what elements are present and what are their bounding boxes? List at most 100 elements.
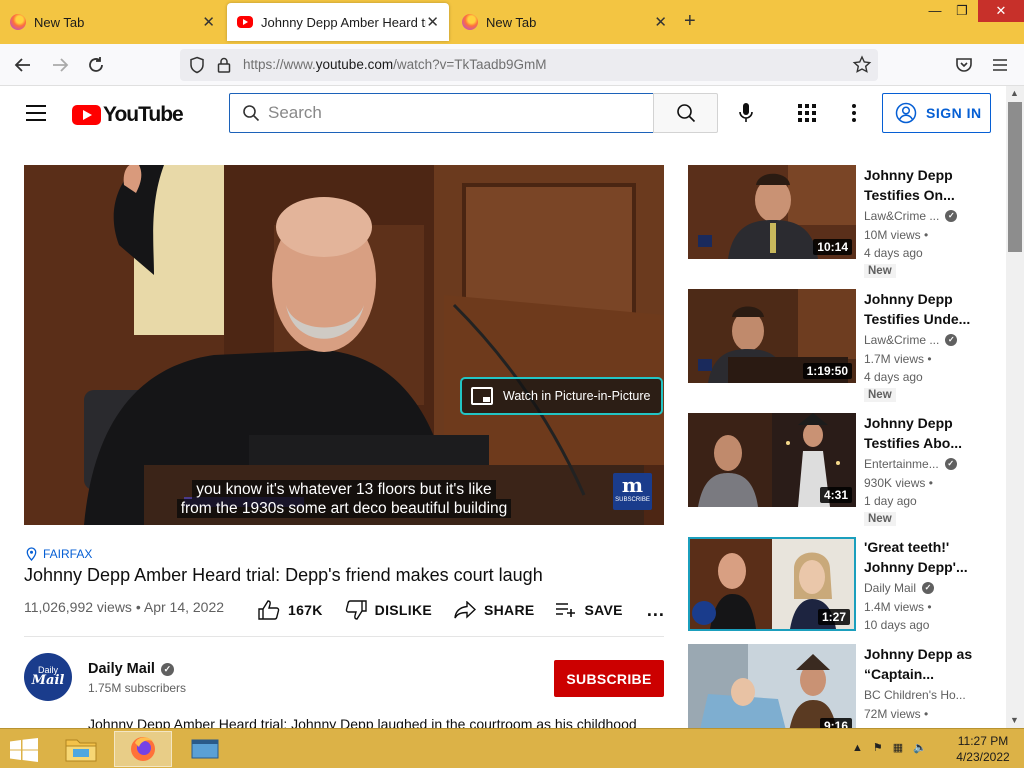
- recommendation-age: 10 days ago: [864, 618, 930, 632]
- recommendation-views: 10M views •: [864, 228, 929, 242]
- new-badge: New: [864, 512, 896, 526]
- sign-in-button[interactable]: SIGN IN: [882, 93, 991, 133]
- volume-muted-icon[interactable]: 🔈: [913, 741, 927, 754]
- action-center-flag-icon[interactable]: ⚑: [873, 741, 883, 754]
- recommendation-channel[interactable]: Entertainme... ✓: [864, 457, 957, 471]
- forward-arrow-icon[interactable]: [47, 52, 73, 78]
- verified-check-icon: ✓: [922, 582, 935, 594]
- youtube-logo-text: YouTube: [103, 103, 184, 126]
- subscriber-count: 1.75M subscribers: [88, 681, 187, 695]
- more-actions-button[interactable]: ...: [647, 600, 665, 621]
- recommendation-age: 4 days ago: [864, 246, 923, 260]
- channel-avatar[interactable]: Daily Mail: [24, 653, 72, 701]
- thumbnail-image: [688, 644, 856, 728]
- location-pin-icon: [26, 547, 37, 561]
- recommendation-item[interactable]: 4:31 Johnny Depp Testifies Abo... Entert…: [688, 413, 1000, 526]
- guide-menu-icon[interactable]: [26, 105, 46, 121]
- like-button[interactable]: 167K: [258, 600, 323, 620]
- address-bar[interactable]: https://www.youtube.com/watch?v=TkTaadb9…: [180, 49, 878, 81]
- close-tab-icon[interactable]: ✕: [654, 13, 667, 31]
- video-thumbnail[interactable]: 9:16: [688, 644, 856, 728]
- taskbar-clock[interactable]: 11:27 PM 4/23/2022: [948, 733, 1018, 765]
- video-thumbnail[interactable]: 1:19:50: [688, 289, 856, 383]
- search-box[interactable]: [229, 93, 654, 133]
- video-player[interactable]: Watch in Picture-in-Picture you know it'…: [24, 165, 664, 525]
- new-tab-button[interactable]: +: [684, 10, 696, 33]
- views-label: 72M views: [864, 707, 921, 721]
- settings-more-button[interactable]: [840, 98, 868, 128]
- lock-icon[interactable]: [217, 56, 231, 79]
- firefox-taskbar-button[interactable]: [114, 731, 172, 767]
- view-count: 11,026,992 views: [24, 599, 132, 615]
- browser-tab-1[interactable]: New Tab ✕: [0, 0, 225, 44]
- video-thumbnail[interactable]: 1:27: [688, 537, 856, 631]
- voice-search-button[interactable]: [731, 98, 761, 128]
- youtube-apps-button[interactable]: [792, 98, 822, 128]
- file-explorer-taskbar-button[interactable]: [52, 731, 110, 767]
- verified-check-icon: ✓: [945, 210, 958, 222]
- video-duration: 9:16: [819, 718, 852, 728]
- show-hidden-icons-icon[interactable]: ▲: [852, 742, 863, 754]
- close-tab-icon[interactable]: ✕: [426, 13, 439, 31]
- close-tab-icon[interactable]: ✕: [202, 13, 215, 31]
- daily-mail-watermark[interactable]: m SUBSCRIBE: [613, 473, 652, 510]
- browser-tab-3[interactable]: New Tab ✕: [452, 0, 677, 44]
- recommendation-item[interactable]: 10:14 Johnny Depp Testifies On... Law&Cr…: [688, 165, 1000, 278]
- share-arrow-icon: [454, 601, 476, 619]
- account-circle-icon: [895, 102, 917, 124]
- tracking-shield-icon[interactable]: [188, 56, 206, 79]
- browser-tab-strip: New Tab ✕ Johnny Depp Amber Heard trial …: [0, 0, 1024, 44]
- folder-icon: [65, 739, 97, 762]
- minimize-window-icon[interactable]: —: [920, 0, 950, 22]
- window-app-icon: [191, 739, 219, 759]
- location-link[interactable]: FAIRFAX: [26, 547, 92, 561]
- browser-tab-2[interactable]: Johnny Depp Amber Heard trial ✕: [227, 3, 449, 41]
- search-icon: [676, 104, 695, 123]
- url-prefix: https://www.: [243, 57, 316, 72]
- youtube-play-icon: [72, 105, 101, 125]
- recommendation-title[interactable]: Johnny Depp Testifies Abo...: [864, 413, 992, 453]
- recommendation-title[interactable]: Johnny Depp Testifies On...: [864, 165, 992, 205]
- recommendation-title[interactable]: Johnny Depp as “Captain...: [864, 644, 992, 684]
- network-icon[interactable]: ▦: [893, 741, 903, 754]
- back-arrow-icon[interactable]: [10, 52, 36, 78]
- recommendation-item[interactable]: 9:16 Johnny Depp as “Captain... BC Child…: [688, 644, 1000, 728]
- subscribe-button[interactable]: SUBSCRIBE: [554, 660, 664, 697]
- channel-label: Law&Crime ...: [864, 209, 940, 223]
- dislike-button[interactable]: DISLIKE: [345, 600, 432, 620]
- bookmark-star-icon[interactable]: [852, 55, 872, 80]
- recommendation-item[interactable]: 1:27 'Great teeth!' Johnny Depp'... Dail…: [688, 537, 1000, 649]
- windows-start-icon[interactable]: [10, 738, 38, 767]
- search-button[interactable]: [653, 93, 718, 133]
- app-menu-icon[interactable]: [987, 52, 1013, 78]
- search-input[interactable]: [266, 102, 626, 124]
- recommendation-channel[interactable]: BC Children's Ho...: [864, 688, 966, 702]
- restore-window-icon[interactable]: ❐: [947, 0, 977, 22]
- recommendation-channel[interactable]: Law&Crime ... ✓: [864, 333, 958, 347]
- picture-in-picture-button[interactable]: Watch in Picture-in-Picture: [460, 377, 663, 415]
- window-taskbar-button[interactable]: [176, 731, 234, 767]
- save-button[interactable]: SAVE: [555, 602, 623, 618]
- scroll-down-icon[interactable]: ▼: [1010, 715, 1019, 725]
- recommendation-channel[interactable]: Law&Crime ... ✓: [864, 209, 958, 223]
- reload-icon[interactable]: [83, 52, 109, 78]
- microphone-icon: [739, 103, 753, 122]
- recommendation-title[interactable]: 'Great teeth!' Johnny Depp'...: [864, 537, 992, 577]
- youtube-icon: [237, 16, 253, 28]
- url-text: https://www.youtube.com/watch?v=TkTaadb9…: [243, 57, 547, 72]
- video-thumbnail[interactable]: 10:14: [688, 165, 856, 259]
- video-thumbnail[interactable]: 4:31: [688, 413, 856, 507]
- recommendation-channel[interactable]: Daily Mail ✓: [864, 581, 935, 595]
- youtube-logo[interactable]: YouTube: [72, 103, 184, 127]
- scrollbar-thumb[interactable]: [1008, 102, 1022, 252]
- views-label: 930K views: [864, 476, 926, 490]
- new-badge: New: [864, 388, 896, 402]
- scroll-up-icon[interactable]: ▲: [1010, 88, 1019, 98]
- recommendation-title[interactable]: Johnny Depp Testifies Unde...: [864, 289, 992, 329]
- channel-name-link[interactable]: Daily Mail ✓: [88, 661, 174, 677]
- close-window-icon[interactable]: ✕: [978, 0, 1024, 22]
- channel-label: Daily Mail: [864, 581, 917, 595]
- pocket-icon[interactable]: [951, 52, 977, 78]
- share-button[interactable]: SHARE: [454, 601, 535, 619]
- recommendation-item[interactable]: 1:19:50 Johnny Depp Testifies Unde... La…: [688, 289, 1000, 402]
